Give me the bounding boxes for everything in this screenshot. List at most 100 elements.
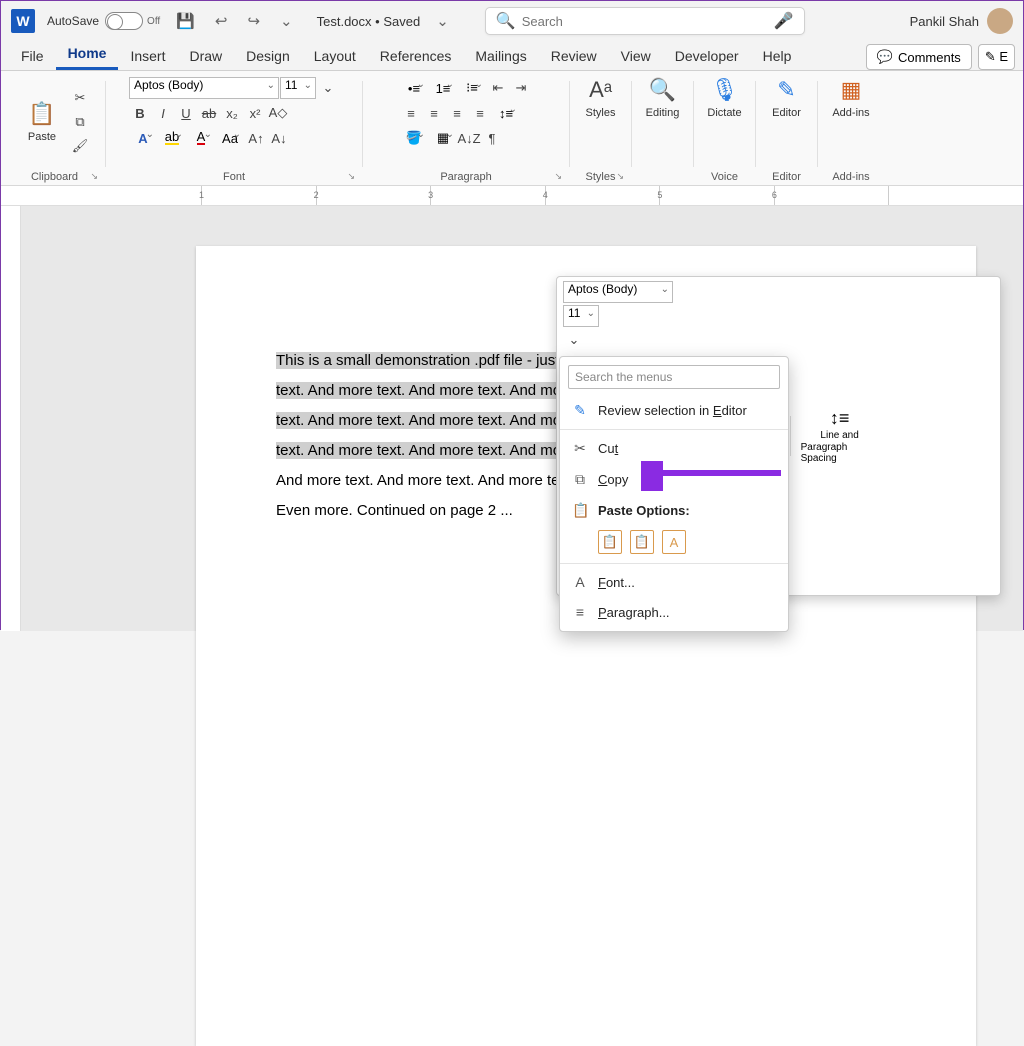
tab-developer[interactable]: Developer xyxy=(663,42,751,70)
mic-icon[interactable]: 🎤 xyxy=(774,11,794,31)
editor-group-label: Editor xyxy=(759,171,814,183)
paste-merge-icon[interactable]: 📋 xyxy=(630,530,654,554)
ctx-search-input[interactable]: Search the menus xyxy=(568,365,780,389)
doc-title-dropdown-icon[interactable]: ⌄ xyxy=(432,10,453,32)
editing-button[interactable]: 🔍 Editing xyxy=(639,77,687,119)
align-center-button[interactable]: ≡ xyxy=(423,102,445,124)
increase-indent-button[interactable]: ⇥ xyxy=(510,77,532,99)
ruler-tick-2: 2 xyxy=(314,190,319,200)
ctx-review-editor[interactable]: ✎ Review selection in Editor xyxy=(560,395,788,426)
tab-insert[interactable]: Insert xyxy=(118,42,177,70)
multilevel-list-button[interactable]: ⁝≡ xyxy=(458,77,486,99)
justify-button[interactable]: ≡ xyxy=(469,102,491,124)
paragraph-group-label: Paragraph xyxy=(366,171,566,183)
search-box[interactable]: 🔍 🎤 xyxy=(485,7,805,35)
ctx-font-label: Font... xyxy=(598,575,635,590)
comments-button[interactable]: 💬 Comments xyxy=(866,44,972,70)
font-launcher-icon[interactable]: ↘ xyxy=(347,171,355,182)
autosave-label: AutoSave xyxy=(47,14,99,28)
tab-home[interactable]: Home xyxy=(56,39,119,70)
tab-help[interactable]: Help xyxy=(751,42,804,70)
context-menu: Search the menus ✎ Review selection in E… xyxy=(559,356,789,632)
tab-view[interactable]: View xyxy=(609,42,663,70)
mini-font-combo[interactable]: Aptos (Body) xyxy=(563,281,673,303)
clear-formatting-icon[interactable]: A◇ xyxy=(267,102,289,124)
clipboard-icon: 📋 xyxy=(28,101,55,127)
sort-button[interactable]: A↓Z xyxy=(458,127,480,149)
editor-button[interactable]: ✎ Editor xyxy=(763,77,811,119)
dictate-button[interactable]: 🎙 Dictate xyxy=(701,77,749,119)
subscript-button[interactable]: x₂ xyxy=(221,102,243,124)
line-spacing-button[interactable]: ↕≡ xyxy=(492,102,520,124)
ctx-copy[interactable]: ⧉ Copy xyxy=(560,464,788,495)
ruler-tick-5: 5 xyxy=(657,190,662,200)
tab-draw[interactable]: Draw xyxy=(177,42,234,70)
tab-references[interactable]: References xyxy=(368,42,464,70)
tab-review[interactable]: Review xyxy=(539,42,609,70)
tab-file[interactable]: File xyxy=(9,42,56,70)
tab-mailings[interactable]: Mailings xyxy=(463,42,538,70)
styles-button[interactable]: Aᵃ Styles xyxy=(577,77,625,119)
redo-icon[interactable]: ↪ xyxy=(243,10,264,32)
strikethrough-button[interactable]: ab xyxy=(198,102,220,124)
highlight-button[interactable]: ab xyxy=(158,127,186,149)
ctx-cut[interactable]: ✂ Cut xyxy=(560,433,788,464)
align-left-button[interactable]: ≡ xyxy=(400,102,422,124)
vertical-ruler[interactable] xyxy=(1,206,21,631)
mini-size-value: 11 xyxy=(568,306,580,320)
change-case-button[interactable]: Aa xyxy=(216,127,244,149)
autosave-toggle[interactable] xyxy=(105,12,143,30)
font-name-value: Aptos (Body) xyxy=(134,78,203,92)
paste-keep-source-icon[interactable]: 📋 xyxy=(598,530,622,554)
horizontal-ruler[interactable]: 1 2 3 4 5 6 xyxy=(1,186,1023,206)
shrink-font-button[interactable]: A↓ xyxy=(268,127,290,149)
editing-mode-button[interactable]: ✎ E xyxy=(978,44,1015,70)
underline-button[interactable]: U xyxy=(175,102,197,124)
paragraph-launcher-icon[interactable]: ↘ xyxy=(554,171,562,182)
editing-label: Editing xyxy=(646,107,680,119)
superscript-button[interactable]: x² xyxy=(244,102,266,124)
bullets-button[interactable]: •≡ xyxy=(400,77,428,99)
mini-size-combo[interactable]: 11 xyxy=(563,305,599,327)
tab-layout[interactable]: Layout xyxy=(302,42,368,70)
mini-spacing-label2: Paragraph Spacing xyxy=(801,442,879,464)
styles-launcher-icon[interactable]: ↘ xyxy=(616,171,624,182)
ctx-cut-label: Cut xyxy=(598,441,618,456)
font-size-dropdown-icon[interactable]: ⌄ xyxy=(317,77,339,99)
show-marks-button[interactable]: ¶ xyxy=(481,127,503,149)
numbering-button[interactable]: 1≡ xyxy=(429,77,457,99)
format-painter-icon[interactable]: 🖌 xyxy=(69,135,91,157)
user-name[interactable]: Pankil Shah xyxy=(910,14,979,29)
borders-button[interactable]: ▦ xyxy=(429,127,457,149)
align-right-button[interactable]: ≡ xyxy=(446,102,468,124)
search-input[interactable] xyxy=(522,14,774,29)
text-effects-button[interactable]: A xyxy=(129,127,157,149)
mini-line-spacing-button[interactable]: ↕≡ Line and Paragraph Spacing xyxy=(795,408,885,464)
ruler-tick-6: 6 xyxy=(772,190,777,200)
undo-icon[interactable]: ↩ xyxy=(211,10,232,32)
qat-customize-icon[interactable]: ⌄ xyxy=(276,10,297,32)
copy-icon[interactable]: ⧉ xyxy=(69,111,91,133)
font-size-combo[interactable]: 11 xyxy=(280,77,316,99)
paste-button[interactable]: 📋 Paste xyxy=(18,77,66,167)
mini-chevron-down-icon[interactable]: ⌄ xyxy=(563,329,585,351)
cut-icon[interactable]: ✂ xyxy=(69,87,91,109)
doc-title[interactable]: Test.docx • Saved xyxy=(317,14,421,29)
editor-pen-icon: ✎ xyxy=(572,402,588,419)
bold-button[interactable]: B xyxy=(129,102,151,124)
addins-button[interactable]: ▦ Add-ins xyxy=(827,77,875,119)
save-icon[interactable]: 💾 xyxy=(172,10,199,32)
font-name-combo[interactable]: Aptos (Body) xyxy=(129,77,279,99)
paste-text-only-icon[interactable]: A xyxy=(662,530,686,554)
tab-design[interactable]: Design xyxy=(234,42,302,70)
font-color-button[interactable]: A xyxy=(187,127,215,149)
user-avatar[interactable] xyxy=(987,8,1013,34)
grow-font-button[interactable]: A↑ xyxy=(245,127,267,149)
shading-button[interactable]: 🪣 xyxy=(400,127,428,149)
clipboard-launcher-icon[interactable]: ↘ xyxy=(90,171,98,182)
ctx-font[interactable]: A Font... xyxy=(560,567,788,597)
ctx-paragraph[interactable]: ≡ Paragraph... xyxy=(560,597,788,627)
italic-button[interactable]: I xyxy=(152,102,174,124)
paste-label: Paste xyxy=(28,131,56,143)
decrease-indent-button[interactable]: ⇤ xyxy=(487,77,509,99)
